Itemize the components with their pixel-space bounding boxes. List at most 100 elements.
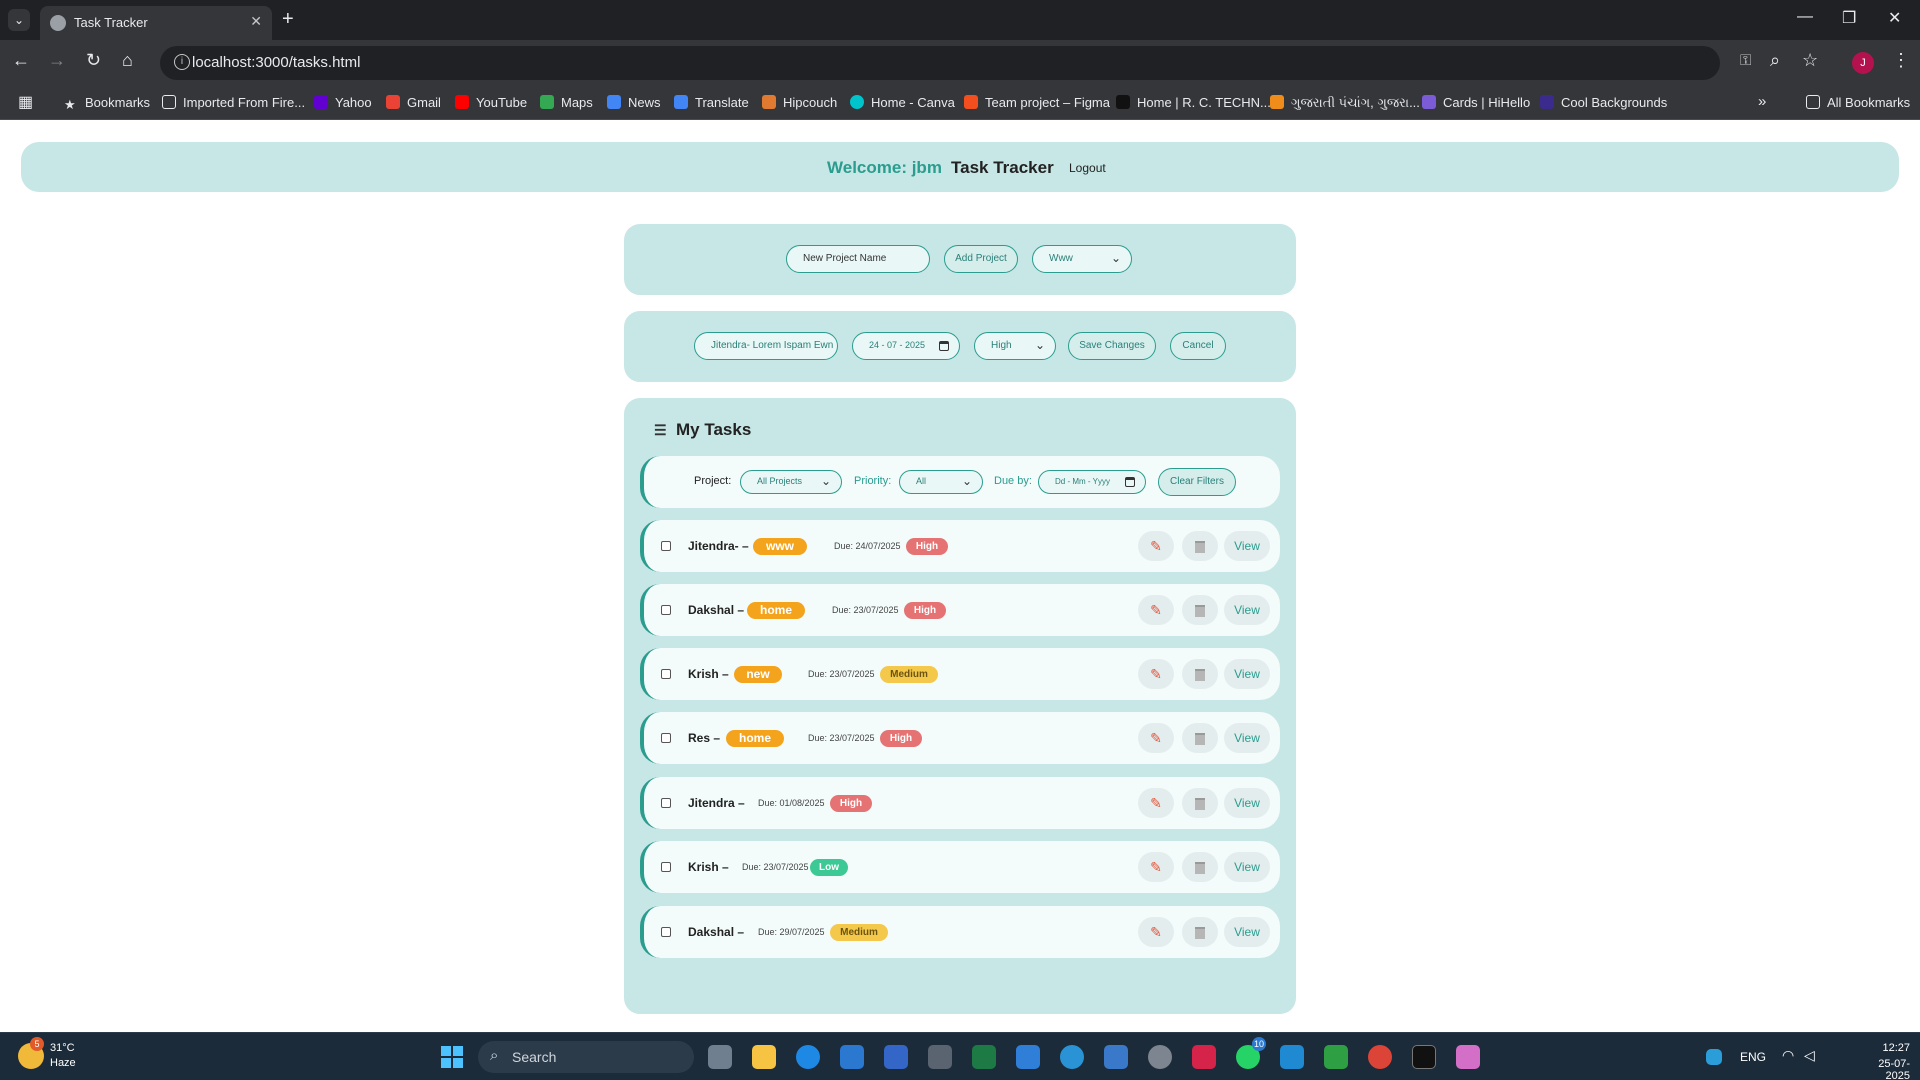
view-button[interactable]: View [1224,531,1270,561]
trash-icon[interactable] [1182,852,1218,882]
task-checkbox[interactable] [661,541,671,551]
trash-icon[interactable] [1182,595,1218,625]
cancel-button[interactable]: Cancel [1170,332,1226,360]
edit-date-input[interactable]: 24 - 07 - 2025 [852,332,960,360]
bookmark-item[interactable]: ગુજરાતી પંચાંગ, ગુજરા... [1270,95,1420,111]
bookmark-star-icon[interactable]: ☆ [1802,50,1818,71]
edit-priority-select[interactable]: High ⌄ [974,332,1056,360]
minimize-icon[interactable]: — [1797,8,1813,26]
pencil-icon[interactable]: ✎ [1138,659,1174,689]
task-checkbox[interactable] [661,927,671,937]
notepad-icon[interactable] [1016,1045,1040,1069]
task-view-icon[interactable] [708,1045,732,1069]
bookmark-item[interactable]: News [607,95,661,110]
file-explorer-icon[interactable] [752,1045,776,1069]
zoom-icon[interactable]: ⌕ [1770,50,1780,71]
volume-icon[interactable]: ◁ [1804,1047,1815,1064]
network-globe-icon[interactable] [1060,1045,1084,1069]
browser-tab[interactable]: Task Tracker ✕ [40,6,272,40]
task-checkbox[interactable] [661,862,671,872]
apps-grid-icon[interactable]: ▦ [18,92,33,112]
settings-gear-icon[interactable] [1148,1045,1172,1069]
bookmark-item[interactable]: Hipcouch [762,95,837,110]
profile-avatar[interactable]: J [1852,52,1874,74]
terminal-icon[interactable] [1412,1045,1436,1069]
task-checkbox[interactable] [661,669,671,679]
project-select[interactable]: Www ⌄ [1032,245,1132,273]
pencil-icon[interactable]: ✎ [1138,531,1174,561]
clock-time[interactable]: 12:27 [1860,1042,1910,1054]
trash-icon[interactable] [1182,531,1218,561]
taskbar-search[interactable]: ⌕ Search [478,1041,694,1073]
bookmark-item[interactable]: Imported From Fire... [162,95,305,110]
new-tab-icon[interactable]: + [282,8,294,31]
start-windows-icon[interactable] [441,1046,463,1068]
logout-link[interactable]: Logout [1069,161,1106,175]
trash-icon[interactable] [1182,659,1218,689]
add-project-button[interactable]: Add Project [944,245,1018,273]
password-key-icon[interactable]: ⚿ [1740,52,1751,69]
save-changes-button[interactable]: Save Changes [1068,332,1156,360]
edge-icon[interactable] [796,1045,820,1069]
view-button[interactable]: View [1224,595,1270,625]
forward-icon[interactable]: → [48,50,66,71]
bookmark-item[interactable]: Cards | HiHello [1422,95,1530,110]
bookmark-item[interactable]: ★ Bookmarks [64,95,150,112]
view-button[interactable]: View [1224,788,1270,818]
bookmark-item[interactable]: Translate [674,95,749,110]
tab-search-chevron-icon[interactable]: ⌄ [8,9,30,31]
view-button[interactable]: View [1224,852,1270,882]
priority-filter-select[interactable]: All ⌄ [899,470,983,494]
back-icon[interactable]: ← [12,50,30,71]
excel-icon[interactable] [972,1045,996,1069]
pencil-icon[interactable]: ✎ [1138,595,1174,625]
bookmark-item[interactable]: Team project – Figma [964,95,1110,110]
pencil-icon[interactable]: ✎ [1138,852,1174,882]
wifi-icon[interactable]: ◠ [1782,1047,1794,1064]
bookmark-item[interactable]: Maps [540,95,593,110]
menu-kebab-icon[interactable]: ⋮ [1892,50,1910,71]
restore-icon[interactable]: ❐ [1842,8,1856,28]
new-project-input[interactable]: New Project Name [786,245,930,273]
bookmark-item[interactable]: YouTube [455,95,527,110]
clear-filters-button[interactable]: Clear Filters [1158,468,1236,496]
calendar-icon[interactable] [939,341,949,351]
home-icon[interactable]: ⌂ [122,50,133,71]
bookmark-item[interactable]: Home | R. C. TECHN... [1116,95,1271,110]
view-button[interactable]: View [1224,917,1270,947]
site-info-icon[interactable]: i [174,54,190,70]
task-checkbox[interactable] [661,798,671,808]
clock-date[interactable]: 25-07-2025 [1860,1058,1910,1080]
copilot-icon[interactable] [1456,1045,1480,1069]
trash-icon[interactable] [1182,917,1218,947]
security-icon[interactable] [1706,1049,1722,1065]
language-indicator[interactable]: ENG [1740,1050,1766,1064]
chrome-icon[interactable] [1368,1045,1392,1069]
calculator-icon[interactable] [928,1045,952,1069]
trash-icon[interactable] [1182,723,1218,753]
project-filter-select[interactable]: All Projects ⌄ [740,470,842,494]
bookmark-item[interactable]: Home - Canva [850,95,955,110]
pencil-icon[interactable]: ✎ [1138,917,1174,947]
view-button[interactable]: View [1224,723,1270,753]
vscode-icon[interactable] [1280,1045,1304,1069]
due-filter-input[interactable]: Dd - Mm - Yyyy [1038,470,1146,494]
trash-icon[interactable] [1182,788,1218,818]
all-bookmarks[interactable]: All Bookmarks [1806,95,1910,110]
pencil-icon[interactable]: ✎ [1138,788,1174,818]
store-icon[interactable] [840,1045,864,1069]
bookmark-item[interactable]: Cool Backgrounds [1540,95,1667,110]
photos-icon[interactable] [1104,1045,1128,1069]
snipping-icon[interactable] [884,1045,908,1069]
reload-icon[interactable]: ↻ [86,50,101,71]
calendar-icon[interactable] [1125,477,1135,487]
address-bar[interactable]: i localhost:3000/tasks.html ⚿ [160,46,1751,80]
apps-icon[interactable] [1324,1045,1348,1069]
bookmark-item[interactable]: Gmail [386,95,441,110]
bookmark-item[interactable]: Yahoo [314,95,372,110]
task-checkbox[interactable] [661,605,671,615]
view-button[interactable]: View [1224,659,1270,689]
pencil-icon[interactable]: ✎ [1138,723,1174,753]
access-icon[interactable] [1192,1045,1216,1069]
close-window-icon[interactable]: ✕ [1888,8,1901,28]
